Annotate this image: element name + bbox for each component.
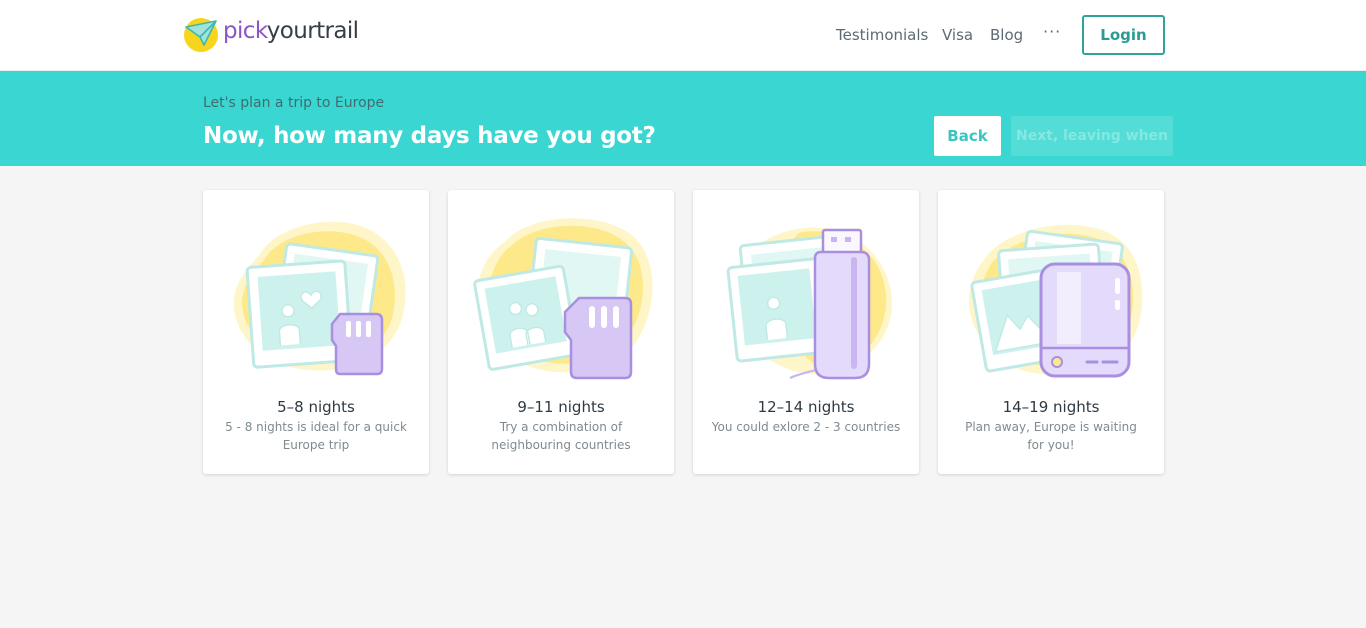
brand-wordmark-rest: yourtrail — [266, 18, 359, 44]
sd-card-couple-photos-illustration — [473, 218, 653, 380]
hard-drive-photos-illustration — [968, 224, 1143, 378]
duration-option-card[interactable]: 12–14 nights You could exlore 2 - 3 coun… — [693, 190, 919, 474]
trip-planner-banner: Let's plan a trip to Europe Now, how man… — [0, 71, 1366, 166]
card-description: Plan away, Europe is waiting for you! — [965, 420, 1137, 452]
usb-drive-photos-illustration — [726, 227, 892, 380]
nav-blog-link[interactable]: Blog — [990, 26, 1023, 44]
sd-card-photos-illustration — [233, 221, 406, 376]
more-menu-icon[interactable]: ··· — [1043, 22, 1061, 42]
page-title: Now, how many days have you got? — [203, 123, 656, 149]
back-button[interactable]: Back — [934, 116, 1001, 156]
card-title: 9–11 nights — [517, 398, 605, 416]
nav-testimonials[interactable]: Testimonials — [836, 26, 928, 46]
card-title: 5–8 nights — [277, 398, 355, 416]
duration-option-card[interactable]: 5–8 nights 5 - 8 nights is ideal for a q… — [203, 190, 429, 474]
next-button-disabled[interactable]: Next, leaving when — [1011, 116, 1173, 156]
card-title: 12–14 nights — [757, 398, 855, 416]
duration-option-card[interactable]: 14–19 nights Plan away, Europe is waitin… — [938, 190, 1164, 474]
brand-wordmark-pick: pick — [223, 18, 267, 44]
duration-option-card[interactable]: 9–11 nights Try a combination of neighbo… — [448, 190, 674, 474]
nav-testimonials-link[interactable]: Testimonials — [836, 26, 928, 44]
brand-wordmark: pickyourtrail — [223, 18, 359, 44]
paper-plane-logo-icon — [184, 18, 218, 52]
brand-logo[interactable]: pickyourtrail — [182, 14, 359, 54]
card-title: 14–19 nights — [1002, 398, 1100, 416]
login-button[interactable]: Login — [1082, 15, 1165, 55]
nav-blog[interactable]: Blog — [990, 26, 1023, 46]
nav-visa[interactable]: Visa — [942, 26, 973, 46]
banner-subtitle: Let's plan a trip to Europe — [203, 95, 385, 111]
card-description: 5 - 8 nights is ideal for a quick Europe… — [225, 420, 407, 452]
top-navigation-bar: pickyourtrail Testimonials Visa Blog ···… — [0, 0, 1366, 71]
card-description: Try a combination of neighbouring countr… — [491, 420, 631, 452]
nav-visa-link[interactable]: Visa — [942, 26, 973, 44]
card-description: You could exlore 2 - 3 countries — [711, 420, 901, 434]
